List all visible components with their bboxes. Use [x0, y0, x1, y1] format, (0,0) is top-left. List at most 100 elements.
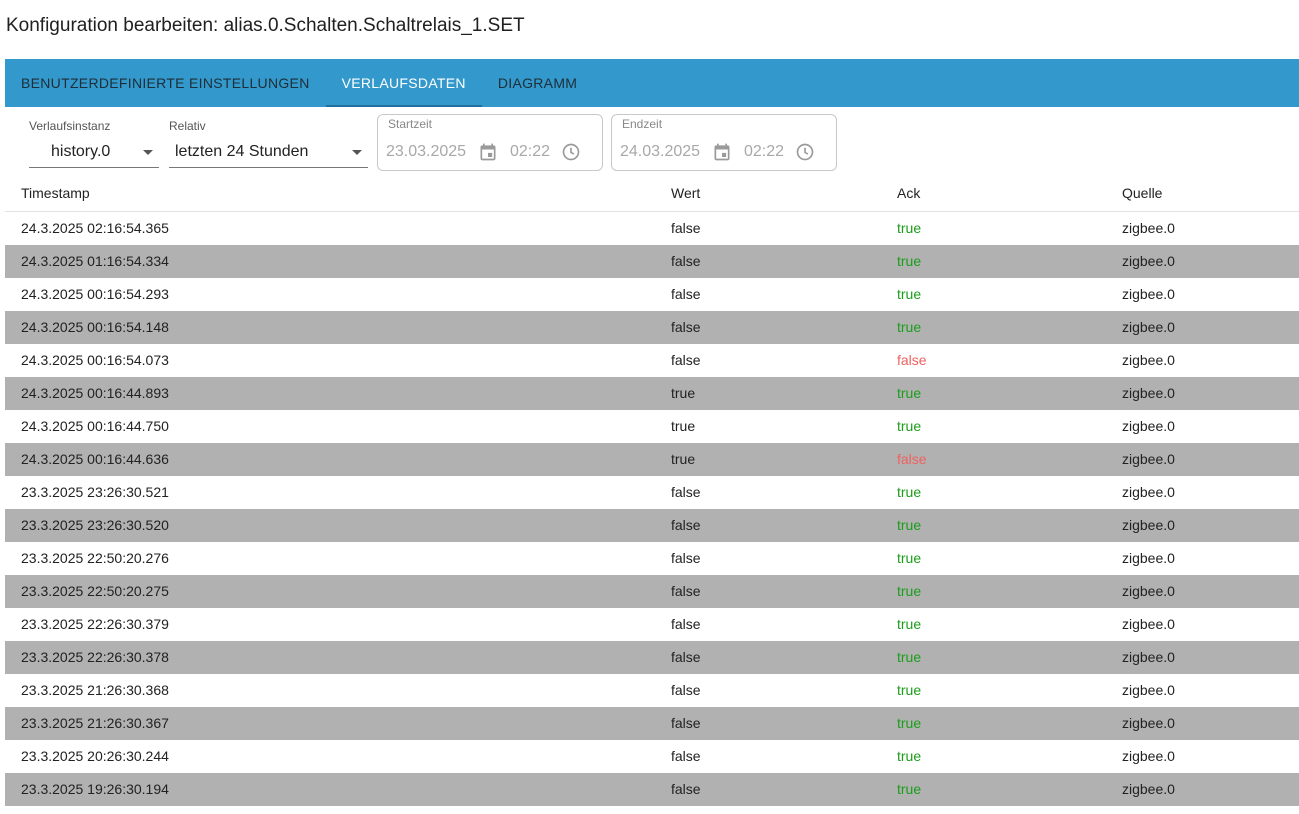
cell-timestamp: 23.3.2025 21:26:30.367: [21, 715, 169, 731]
cell-ack: true: [897, 319, 922, 335]
end-time-value[interactable]: 02:22: [744, 143, 784, 161]
table-row[interactable]: 23.3.2025 21:26:30.367 false true zigbee.0: [5, 707, 1299, 740]
cell-value: false: [671, 682, 701, 698]
cell-timestamp: 23.3.2025 22:26:30.379: [21, 616, 169, 632]
cell-source: zigbee.0: [1122, 781, 1175, 797]
cell-timestamp: 24.3.2025 00:16:54.293: [21, 286, 169, 302]
cell-source: zigbee.0: [1122, 616, 1175, 632]
cell-source: zigbee.0: [1122, 385, 1175, 401]
cell-source: zigbee.0: [1122, 319, 1175, 335]
start-time-value[interactable]: 02:22: [510, 143, 550, 161]
calendar-icon[interactable]: [712, 142, 732, 162]
cell-ack: true: [897, 253, 922, 269]
table-row[interactable]: 24.3.2025 00:16:54.148 false true zigbee.0: [5, 311, 1299, 344]
page-title: Konfiguration bearbeiten: alias.0.Schalt…: [6, 15, 525, 36]
cell-timestamp: 23.3.2025 22:50:20.275: [21, 583, 169, 599]
tab-bar: BENUTZERDEFINIERTE EINSTELLUNGEN VERLAUF…: [5, 59, 1299, 107]
cell-timestamp: 23.3.2025 20:26:30.244: [21, 748, 169, 764]
end-date-value[interactable]: 24.03.2025: [620, 143, 700, 161]
cell-ack: true: [897, 550, 922, 566]
table-body: 24.3.2025 02:16:54.365 false true zigbee.0 2…: [5, 212, 1299, 806]
column-header-source[interactable]: Quelle: [1122, 185, 1162, 201]
cell-timestamp: 23.3.2025 22:26:30.378: [21, 649, 169, 665]
clock-icon[interactable]: [561, 142, 581, 162]
column-header-value[interactable]: Wert: [671, 185, 700, 201]
cell-source: zigbee.0: [1122, 682, 1175, 698]
clock-icon[interactable]: [795, 142, 815, 162]
table-row[interactable]: 23.3.2025 20:26:30.244 false true zigbee.0: [5, 740, 1299, 773]
calendar-icon[interactable]: [478, 142, 498, 162]
tab-chart[interactable]: DIAGRAMM: [482, 59, 593, 107]
table-row[interactable]: 24.3.2025 00:16:44.893 true true zigbee.0: [5, 377, 1299, 410]
cell-timestamp: 24.3.2025 00:16:44.893: [21, 385, 169, 401]
cell-value: false: [671, 352, 701, 368]
table-row[interactable]: 23.3.2025 23:26:30.520 false true zigbee.0: [5, 509, 1299, 542]
cell-source: zigbee.0: [1122, 550, 1175, 566]
cell-ack: true: [897, 781, 922, 797]
table-row[interactable]: 24.3.2025 01:16:54.334 false true zigbee.0: [5, 245, 1299, 278]
cell-ack: true: [897, 385, 922, 401]
table-row[interactable]: 23.3.2025 21:26:30.368 false true zigbee.0: [5, 674, 1299, 707]
cell-value: false: [671, 253, 701, 269]
tab-history-data[interactable]: VERLAUFSDATEN: [325, 59, 483, 107]
table-row[interactable]: 23.3.2025 22:26:30.378 false true zigbee.0: [5, 641, 1299, 674]
caret-down-icon: [143, 150, 153, 155]
table-row[interactable]: 24.3.2025 00:16:54.073 false false zigbee.0: [5, 344, 1299, 377]
start-time-field[interactable]: Startzeit 23.03.2025 02:22: [377, 114, 603, 171]
table-row[interactable]: 23.3.2025 22:26:30.379 false true zigbee.0: [5, 608, 1299, 641]
cell-ack: true: [897, 286, 922, 302]
cell-timestamp: 24.3.2025 02:16:54.365: [21, 220, 169, 236]
table-row[interactable]: 24.3.2025 02:16:54.365 false true zigbee.0: [5, 212, 1299, 245]
cell-value: false: [671, 550, 701, 566]
cell-timestamp: 24.3.2025 00:16:44.636: [21, 451, 169, 467]
relative-value: letzten 24 Stunden: [175, 143, 309, 160]
instance-label: Verlaufsinstanz: [29, 119, 111, 133]
cell-source: zigbee.0: [1122, 451, 1175, 467]
cell-value: false: [671, 649, 701, 665]
start-date-value[interactable]: 23.03.2025: [386, 143, 466, 161]
table-row[interactable]: 23.3.2025 23:26:30.521 false true zigbee.0: [5, 476, 1299, 509]
cell-ack: true: [897, 418, 922, 434]
cell-value: false: [671, 220, 701, 236]
cell-timestamp: 23.3.2025 21:26:30.368: [21, 682, 169, 698]
table-row[interactable]: 23.3.2025 22:50:20.275 false true zigbee.0: [5, 575, 1299, 608]
cell-timestamp: 23.3.2025 19:26:30.194: [21, 781, 169, 797]
cell-timestamp: 24.3.2025 00:16:54.148: [21, 319, 169, 335]
cell-timestamp: 24.3.2025 01:16:54.334: [21, 253, 169, 269]
cell-value: true: [671, 418, 696, 434]
cell-ack: true: [897, 220, 922, 236]
cell-source: zigbee.0: [1122, 484, 1175, 500]
cell-value: false: [671, 715, 701, 731]
column-header-timestamp[interactable]: Timestamp: [21, 185, 90, 201]
relative-label: Relativ: [169, 119, 206, 133]
cell-value: false: [671, 484, 701, 500]
cell-source: zigbee.0: [1122, 748, 1175, 764]
cell-ack: true: [897, 616, 922, 632]
history-table: Timestamp Wert Ack Quelle 24.3.2025 02:1…: [5, 175, 1299, 806]
table-row[interactable]: 23.3.2025 19:26:30.194 false true zigbee.0: [5, 773, 1299, 806]
cell-value: false: [671, 748, 701, 764]
cell-source: zigbee.0: [1122, 253, 1175, 269]
end-time-label: Endzeit: [622, 117, 663, 131]
cell-value: false: [671, 616, 701, 632]
cell-value: false: [671, 517, 701, 533]
cell-ack: true: [897, 583, 922, 599]
relative-select[interactable]: letzten 24 Stunden: [169, 137, 368, 168]
cell-ack: true: [897, 748, 922, 764]
table-row[interactable]: 24.3.2025 00:16:54.293 false true zigbee.0: [5, 278, 1299, 311]
column-header-ack[interactable]: Ack: [897, 185, 920, 201]
table-row[interactable]: 23.3.2025 22:50:20.276 false true zigbee.0: [5, 542, 1299, 575]
instance-select[interactable]: history.0: [29, 137, 159, 168]
cell-source: zigbee.0: [1122, 418, 1175, 434]
cell-ack: true: [897, 682, 922, 698]
cell-timestamp: 24.3.2025 00:16:54.073: [21, 352, 169, 368]
tab-custom-settings[interactable]: BENUTZERDEFINIERTE EINSTELLUNGEN: [5, 59, 326, 107]
cell-source: zigbee.0: [1122, 517, 1175, 533]
end-time-field[interactable]: Endzeit 24.03.2025 02:22: [611, 114, 837, 171]
table-row[interactable]: 24.3.2025 00:16:44.636 true false zigbee.0: [5, 443, 1299, 476]
start-time-label: Startzeit: [388, 117, 433, 131]
cell-source: zigbee.0: [1122, 715, 1175, 731]
cell-value: false: [671, 286, 701, 302]
table-row[interactable]: 24.3.2025 00:16:44.750 true true zigbee.0: [5, 410, 1299, 443]
cell-ack: true: [897, 484, 922, 500]
